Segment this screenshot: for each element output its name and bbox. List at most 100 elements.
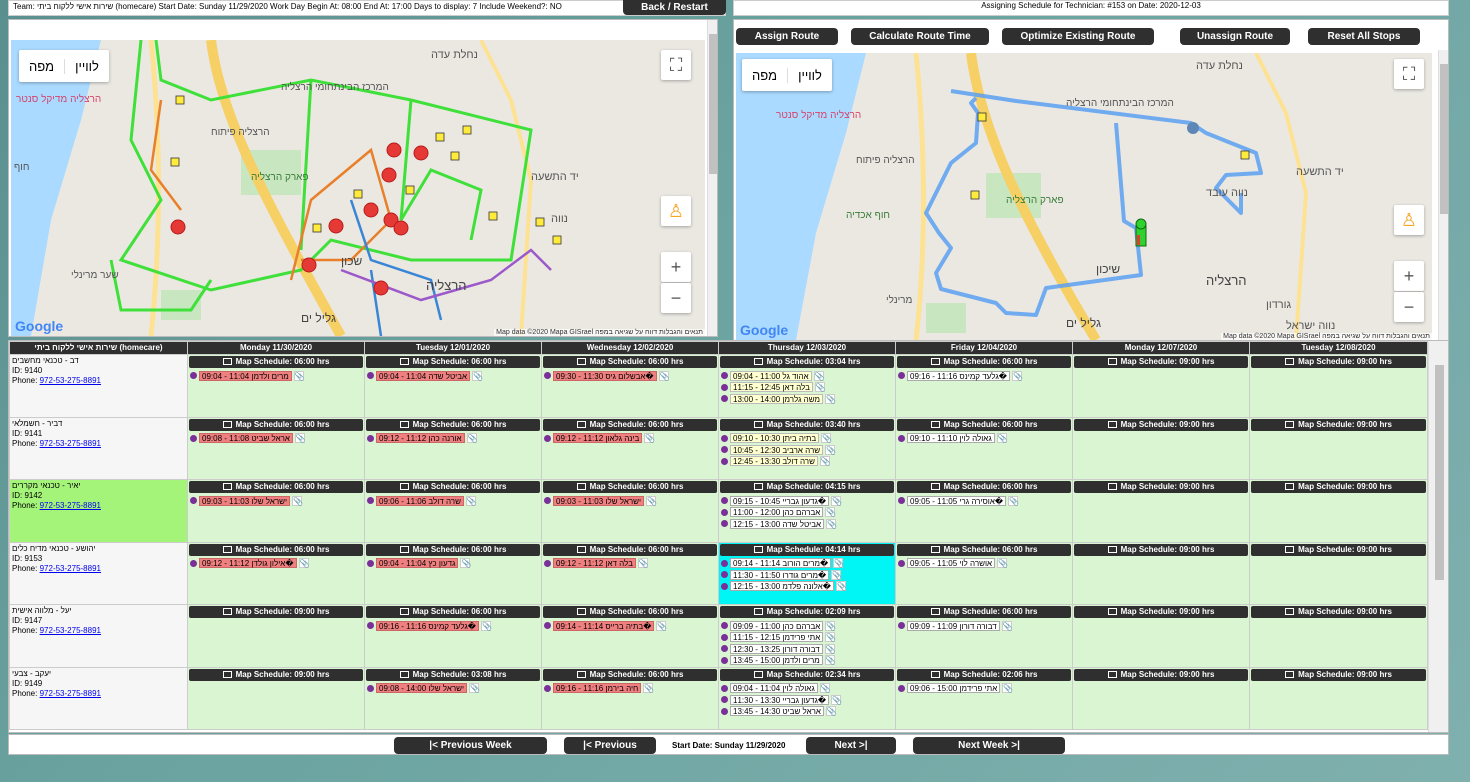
appointment[interactable]: 09:04 - 11:04 גדעון כץ 📎	[367, 558, 541, 570]
attachment-icon[interactable]: 📎	[1002, 683, 1013, 694]
attachment-icon[interactable]: 📎	[292, 495, 303, 506]
appointment[interactable]: 09:04 - 11:04 אביטל שדה 📎	[367, 370, 541, 382]
map-schedule-button[interactable]: Map Schedule: 06:00 hrs	[897, 356, 1071, 368]
day-cell[interactable]: Map Schedule: 06:00 hrs 09:14 - 11:14 בתי…	[541, 604, 719, 668]
previous-week-button[interactable]: |< Previous Week	[394, 737, 547, 754]
map-schedule-button[interactable]: Map Schedule: 06:00 hrs	[897, 543, 1071, 556]
map-type-map[interactable]: מפה	[742, 67, 789, 83]
map-schedule-button[interactable]: Map Schedule: 09:00 hrs	[1251, 418, 1426, 431]
map-schedule-button[interactable]: Map Schedule: 02:34 hrs	[720, 668, 894, 681]
zoom-out-button[interactable]: −	[661, 283, 691, 313]
zoom-in-button[interactable]: +	[661, 252, 691, 282]
map-schedule-button[interactable]: Map Schedule: 04:14 hrs	[720, 543, 894, 556]
day-cell[interactable]: Map Schedule: 06:00 hrs 09:03 - 11:03 ישר…	[541, 479, 719, 543]
day-cell[interactable]: Map Schedule: 03:08 hrs 09:08 - 14:00 ישר…	[364, 666, 542, 730]
attachment-icon[interactable]: 📎	[819, 456, 831, 467]
day-cell[interactable]: Map Schedule: 06:00 hrs 09:12 - 11:12 בינ…	[541, 416, 719, 480]
appointment[interactable]: 13:00 - 14:00 משה גלרמן 📎	[721, 393, 895, 405]
map-schedule-button[interactable]: Map Schedule: 06:00 hrs	[543, 481, 717, 493]
technician-cell[interactable]: דביר - חשמלאי ID: 9141 Phone: 972-53-275-8…	[9, 416, 188, 480]
calculate-route-time-button[interactable]: Calculate Route Time	[851, 28, 989, 45]
pegman-icon[interactable]: ♙	[1394, 205, 1424, 235]
appointment[interactable]: 12:30 - 13:25 דבורה דורון 📎	[721, 643, 895, 655]
day-cell[interactable]: Map Schedule: 06:00 hrs 09:12 - 11:12 בלה…	[541, 541, 719, 605]
map-schedule-button[interactable]: Map Schedule: 09:00 hrs	[189, 606, 363, 618]
map-schedule-button[interactable]: Map Schedule: 03:04 hrs	[720, 356, 894, 368]
attachment-icon[interactable]: 📎	[831, 569, 842, 580]
day-cell[interactable]: Map Schedule: 09:00 hrs	[1072, 416, 1250, 480]
day-cell[interactable]: Map Schedule: 09:00 hrs	[1072, 479, 1250, 543]
previous-button[interactable]: |< Previous	[564, 737, 656, 754]
attachment-icon[interactable]: 📎	[833, 558, 844, 569]
appointment[interactable]: 09:12 - 11:12 בינה גלאון 📎	[544, 433, 718, 445]
attachment-icon[interactable]: 📎	[460, 558, 471, 569]
appointment[interactable]: 09:04 - 11:04 מרים ולדמן 📎	[190, 370, 364, 382]
appointment[interactable]: 13:45 - 15:00 מרים ולדמן 📎	[721, 655, 895, 667]
appointment[interactable]: 09:16 - 11:16 חיה בירמן 📎	[544, 683, 718, 695]
zoom-out-button[interactable]: −	[1394, 292, 1424, 322]
map-schedule-button[interactable]: Map Schedule: 02:06 hrs	[897, 668, 1071, 681]
attachment-icon[interactable]: 📎	[997, 558, 1008, 569]
appointment[interactable]: 09:10 - 10:30 בתיה ביתן 📎	[721, 433, 895, 445]
appointment[interactable]: 09:14 - 11:14 מרים הורוב� 📎	[721, 558, 895, 570]
attachment-icon[interactable]: 📎	[996, 433, 1008, 444]
map-schedule-button[interactable]: Map Schedule: 09:00 hrs	[1074, 481, 1248, 493]
map-type-map[interactable]: מפה	[19, 58, 66, 74]
map-type-satellite[interactable]: לוויין	[788, 68, 832, 83]
appointment[interactable]: 11:15 - 12:15 אתי פרידמן 📎	[721, 632, 895, 644]
appointment[interactable]: 09:06 - 15:00 אתי פרידמן 📎	[898, 683, 1072, 695]
appointment[interactable]: 09:12 - 11:12 בלה דאן 📎	[544, 558, 718, 570]
day-cell[interactable]: Map Schedule: 06:00 hrs 09:04 - 11:04 אבי…	[364, 354, 542, 418]
map-schedule-button[interactable]: Map Schedule: 06:00 hrs	[189, 543, 363, 556]
attachment-icon[interactable]: 📎	[469, 683, 480, 694]
map-schedule-button[interactable]: Map Schedule: 06:00 hrs	[366, 481, 540, 493]
appointment[interactable]: 09:03 - 11:03 ישראל שלו 📎	[190, 495, 364, 507]
map-schedule-button[interactable]: Map Schedule: 06:00 hrs	[189, 481, 363, 493]
appointment[interactable]: 09:10 - 11:10 גאולה לוין 📎	[898, 433, 1072, 445]
map-type-satellite[interactable]: לוויין	[65, 59, 109, 74]
appointment[interactable]: 09:08 - 14:00 ישראל שלו 📎	[367, 683, 541, 695]
day-cell[interactable]: Map Schedule: 09:00 hrs	[187, 666, 365, 730]
attachment-icon[interactable]: 📎	[825, 620, 836, 631]
map-schedule-button[interactable]: Map Schedule: 06:00 hrs	[366, 543, 540, 556]
attachment-icon[interactable]: 📎	[831, 495, 842, 506]
map-schedule-button[interactable]: Map Schedule: 06:00 hrs	[366, 606, 540, 618]
day-cell[interactable]: Map Schedule: 06:00 hrs 09:04 - 11:04 מרי…	[187, 354, 365, 418]
assign-route-button[interactable]: Assign Route	[736, 28, 838, 45]
optimize-route-button[interactable]: Optimize Existing Route	[1002, 28, 1154, 45]
day-cell[interactable]: Map Schedule: 06:00 hrs 09:06 - 11:06 שרה…	[364, 479, 542, 543]
map-schedule-button[interactable]: Map Schedule: 06:00 hrs	[543, 543, 717, 556]
day-cell[interactable]: Map Schedule: 06:00 hrs 09:05 - 11:05 אוש…	[895, 541, 1073, 605]
day-cell[interactable]: Map Schedule: 09:00 hrs	[187, 604, 365, 668]
day-cell[interactable]: Map Schedule: 03:40 hrs 09:10 - 10:30 בתי…	[718, 416, 896, 480]
day-cell[interactable]: Map Schedule: 09:00 hrs	[1072, 354, 1250, 418]
attachment-icon[interactable]: 📎	[1001, 620, 1013, 631]
map-attribution[interactable]: Map data ©2020 Mapa GISrael תנאים והגבלו…	[1221, 333, 1432, 340]
appointment[interactable]: 09:09 - 11:09 דבורה דורון 📎	[898, 620, 1072, 632]
pegman-icon[interactable]: ♙	[661, 196, 691, 226]
appointment[interactable]: 12:15 - 13:00 אביטל שדה 📎	[721, 518, 895, 530]
appointment[interactable]: 09:03 - 11:03 ישראל שלו 📎	[544, 495, 718, 507]
map-schedule-button[interactable]: Map Schedule: 04:15 hrs	[720, 481, 894, 493]
attachment-icon[interactable]: 📎	[825, 632, 836, 643]
appointment[interactable]: 11:30 - 11:50 מרים גודרו� 📎	[721, 569, 895, 581]
technician-cell[interactable]: דב - טכנאי מחשבים ID: 9140 Phone: 972-53-2…	[9, 354, 188, 418]
attachment-icon[interactable]: 📎	[294, 433, 306, 444]
day-cell[interactable]: Map Schedule: 09:00 hrs	[1249, 604, 1428, 668]
map-attribution[interactable]: Map data ©2020 Mapa GISrael תנאים והגבלו…	[494, 329, 705, 336]
day-cell[interactable]: Map Schedule: 09:00 hrs	[1249, 416, 1428, 480]
day-cell[interactable]: Map Schedule: 04:15 hrs 09:15 - 10:45 גדע…	[718, 479, 896, 543]
day-cell[interactable]: Map Schedule: 06:00 hrs 09:03 - 11:03 ישר…	[187, 479, 365, 543]
attachment-icon[interactable]: 📎	[656, 620, 667, 631]
day-cell[interactable]: Map Schedule: 09:00 hrs	[1072, 666, 1250, 730]
day-cell[interactable]: Map Schedule: 06:00 hrs 09:16 - 11:16 גלע…	[895, 354, 1073, 418]
attachment-icon[interactable]: 📎	[831, 694, 842, 705]
map-schedule-button[interactable]: Map Schedule: 09:00 hrs	[1074, 543, 1248, 556]
overview-map-scrollbar[interactable]	[707, 20, 717, 336]
day-cell[interactable]: Map Schedule: 06:00 hrs 09:16 - 11:16 חיה…	[541, 666, 719, 730]
map-schedule-button[interactable]: Map Schedule: 09:00 hrs	[1251, 668, 1426, 681]
day-cell[interactable]: Map Schedule: 02:06 hrs 09:06 - 15:00 אתי…	[895, 666, 1073, 730]
attachment-icon[interactable]: 📎	[643, 683, 654, 694]
appointment[interactable]: 09:30 - 11:30 אבשלום גיס� 📎	[544, 370, 718, 382]
map-schedule-button[interactable]: Map Schedule: 09:00 hrs	[189, 668, 363, 681]
